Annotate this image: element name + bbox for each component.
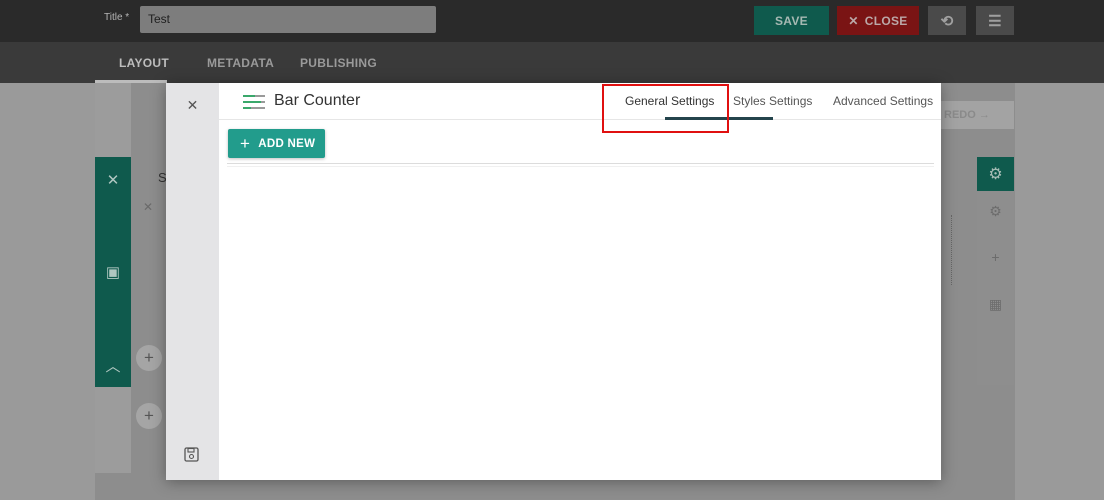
remove-column-icon[interactable]: ✕	[143, 200, 153, 214]
modal-close-icon[interactable]: ✕	[184, 97, 201, 114]
content-divider	[227, 163, 934, 164]
editor-tab-bar: LAYOUT METADATA PUBLISHING	[0, 42, 1104, 83]
collapse-row-icon[interactable]: ︿	[95, 355, 131, 376]
tab-advanced-settings[interactable]: Advanced Settings	[833, 94, 933, 108]
tab-layout[interactable]: LAYOUT	[119, 56, 169, 70]
add-row-icon[interactable]: +	[136, 345, 162, 371]
redo-button[interactable]: REDO →	[938, 101, 1014, 129]
menu-icon: ☰	[988, 12, 1002, 30]
layout-grid-icon[interactable]: ▦	[977, 296, 1014, 313]
title-label: Title *	[104, 12, 130, 23]
tab-publishing[interactable]: PUBLISHING	[300, 56, 377, 70]
add-new-label: ADD NEW	[258, 137, 316, 150]
add-new-button[interactable]: + ADD NEW	[228, 129, 325, 158]
modal-save-icon[interactable]	[184, 447, 201, 464]
column-resize-handle[interactable]	[940, 215, 952, 285]
save-button-label: SAVE	[775, 13, 808, 28]
modal-header: Bar Counter General Settings Styles Sett…	[219, 83, 941, 120]
add-widget-icon[interactable]: +	[977, 249, 1014, 265]
redo-label: REDO	[944, 109, 976, 121]
refresh-button[interactable]: ⟲	[928, 6, 966, 35]
content-divider-shadow	[227, 166, 934, 167]
close-icon: ✕	[848, 13, 859, 28]
plus-icon: +	[240, 134, 251, 153]
arrow-right-icon: →	[978, 109, 990, 121]
highlight-annotation	[602, 84, 729, 133]
row-toolbar: ✕ ▣ ︿	[95, 157, 131, 387]
tab-styles-settings[interactable]: Styles Settings	[733, 94, 812, 108]
refresh-icon: ⟲	[940, 12, 954, 30]
save-button[interactable]: SAVE	[754, 6, 829, 35]
column-settings-gear-icon[interactable]: ⚙	[977, 157, 1014, 191]
modal-sidebar: ✕	[166, 83, 219, 480]
top-bar: Title * Test SAVE ✕ CLOSE ⟲ ☰	[0, 0, 1104, 42]
widget-settings-gear-icon[interactable]: ⚙	[977, 203, 1014, 220]
column-toolbar	[977, 157, 1014, 385]
save-row-icon[interactable]: ▣	[95, 263, 131, 281]
add-section-icon[interactable]: +	[136, 403, 162, 429]
widget-title: Bar Counter	[274, 92, 361, 109]
menu-button[interactable]: ☰	[976, 6, 1014, 35]
title-input[interactable]: Test	[140, 6, 436, 33]
remove-row-icon[interactable]: ✕	[95, 171, 131, 189]
tab-metadata[interactable]: METADATA	[207, 56, 274, 70]
bar-counter-icon	[243, 95, 265, 109]
close-button-label: CLOSE	[864, 13, 908, 28]
close-button[interactable]: ✕ CLOSE	[837, 6, 919, 35]
